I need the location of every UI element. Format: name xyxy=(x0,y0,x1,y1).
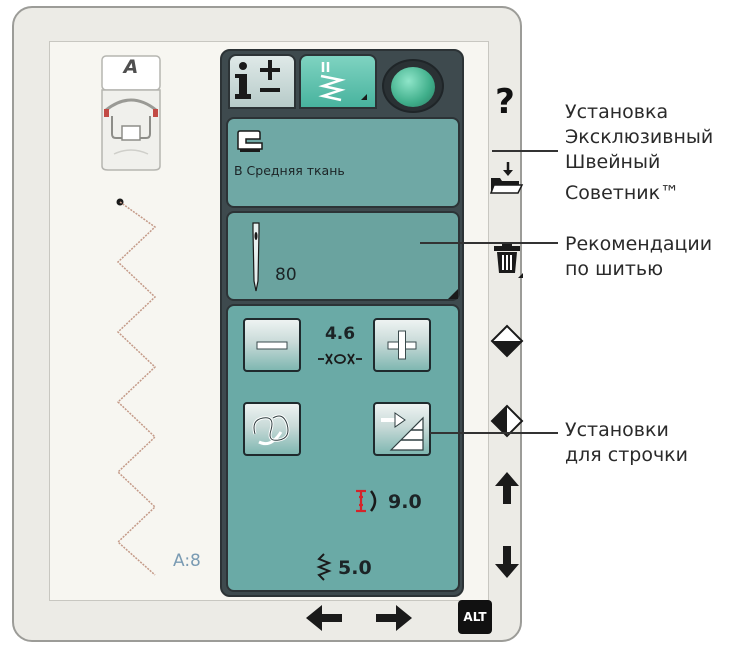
callout-line-text: Установки xyxy=(565,419,669,441)
callout-line-recommendations xyxy=(420,242,558,244)
stitch-settings-section: 4.6 9.0 5.0 xyxy=(226,304,460,592)
stitch-length-icon xyxy=(356,489,377,513)
callout-line-stitch-settings xyxy=(430,432,558,434)
callout-recommendations-label: Рекомендации по шитью xyxy=(565,232,712,282)
callout-line-text: Установка xyxy=(565,101,669,123)
alt-button[interactable]: ALT xyxy=(458,600,492,634)
arrow-up-icon[interactable] xyxy=(493,470,521,506)
stitch-width-icon xyxy=(318,353,362,365)
touch-screen: A A:8 B Средняя ткань 80 4.6 9.0 5.0 ? xyxy=(49,41,524,601)
stitch-width-value: 4.6 xyxy=(324,324,356,344)
plus-icon xyxy=(387,330,417,360)
tapering-icon xyxy=(381,412,424,451)
corner-arrow-icon xyxy=(448,289,458,299)
width-increase-button[interactable] xyxy=(373,318,431,372)
tab-info-settings[interactable] xyxy=(228,54,296,109)
ornament-stitch-button[interactable] xyxy=(243,402,301,456)
trash-icon[interactable] xyxy=(490,240,524,280)
sewing-recommendations-section[interactable]: 80 xyxy=(226,211,460,301)
callout-advisor-label: Установка Эксклюзивный Швейный Советник™ xyxy=(565,100,713,206)
help-icon[interactable]: ? xyxy=(485,82,525,122)
tapering-button[interactable] xyxy=(373,402,431,456)
arrow-down-icon[interactable] xyxy=(493,544,521,580)
sew-mode-ball-icon xyxy=(391,67,435,107)
callout-line-text: Швейный xyxy=(565,151,661,173)
callout-line-advisor xyxy=(492,150,558,152)
stitch-number: A:8 xyxy=(173,551,201,571)
callout-stitch-settings-label: Установки для строчки xyxy=(565,418,688,468)
stitch-settings-icon xyxy=(318,62,367,102)
info-plus-minus-icon xyxy=(235,60,280,99)
callout-line-text: Рекомендации xyxy=(565,233,713,255)
stitch-density-icon xyxy=(316,553,332,581)
callout-line-text: Советник™ xyxy=(565,182,680,204)
callout-line-text: для строчки xyxy=(565,444,688,466)
tab-sew-mode[interactable] xyxy=(382,59,444,113)
presser-foot-label: A xyxy=(123,56,139,78)
stitch-length-value: 9.0 xyxy=(388,491,422,513)
callout-line-text: по шитью xyxy=(565,258,664,280)
tab-stitch-settings[interactable] xyxy=(299,54,377,109)
ornament-loop-icon xyxy=(252,414,290,446)
stitch-density-value: 5.0 xyxy=(338,557,372,579)
arrow-left-icon[interactable] xyxy=(304,603,344,633)
width-decrease-button[interactable] xyxy=(243,318,301,372)
folder-import-icon[interactable] xyxy=(488,160,524,196)
mirror-side-to-side-icon[interactable] xyxy=(490,324,524,358)
presser-foot[interactable]: A xyxy=(98,54,164,172)
sewing-machine-screen-frame: A A:8 B Средняя ткань 80 4.6 9.0 5.0 ? A… xyxy=(12,6,524,642)
settings-panel: B Средняя ткань 80 4.6 9.0 5.0 xyxy=(220,49,464,597)
stitch-preview xyxy=(116,198,157,576)
needle-icon xyxy=(252,222,260,292)
needle-size-value: 80 xyxy=(275,265,297,285)
sewing-machine-icon xyxy=(237,130,263,152)
minus-icon xyxy=(256,341,288,350)
callout-line-text: Эксклюзивный xyxy=(565,126,714,148)
fabric-type-label: B Средняя ткань xyxy=(234,163,345,178)
exclusive-sewing-advisor-section[interactable]: B Средняя ткань xyxy=(226,117,460,208)
arrow-right-icon[interactable] xyxy=(374,603,414,633)
